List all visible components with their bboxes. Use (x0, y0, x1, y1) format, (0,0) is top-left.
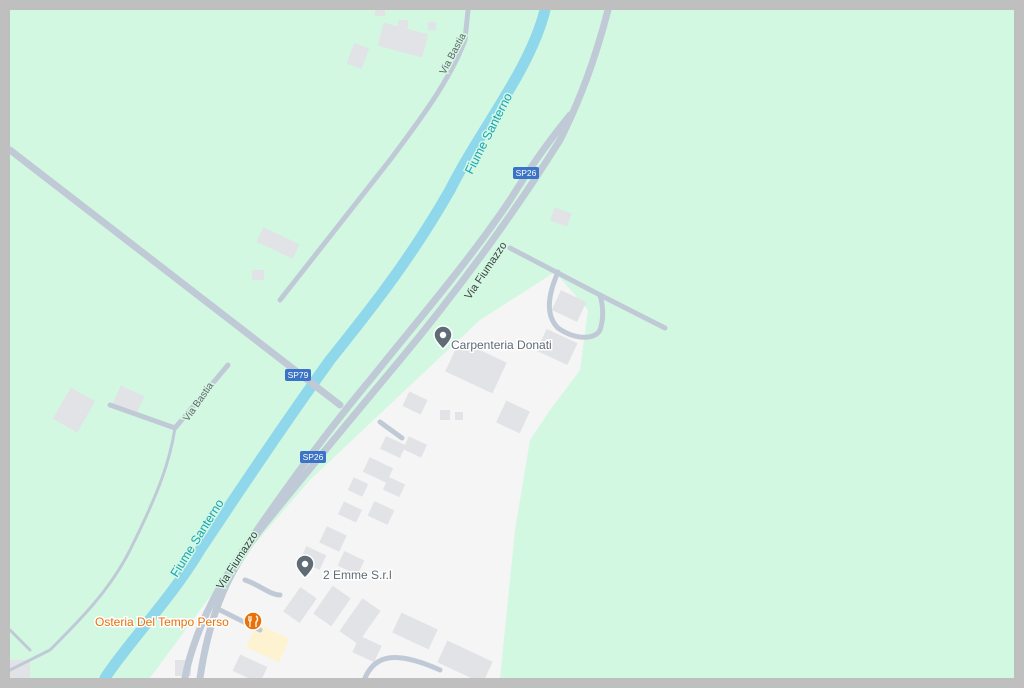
map-canvas[interactable]: Fiume Santerno Fiume Santerno Via Bastia… (10, 10, 1014, 678)
svg-text:SP79: SP79 (288, 370, 309, 380)
river-label-upper: Fiume Santerno (462, 91, 515, 177)
svg-text:SP26: SP26 (516, 168, 537, 178)
map-svg[interactable]: Fiume Santerno Fiume Santerno Via Bastia… (10, 10, 1014, 678)
restaurant-icon[interactable] (243, 611, 263, 631)
poi-label[interactable]: 2 Emme S.r.l (322, 567, 394, 584)
map-frame: Fiume Santerno Fiume Santerno Via Bastia… (0, 0, 1024, 688)
poi-label[interactable]: Carpenteria Donati (450, 337, 554, 354)
river-label-lower: Fiume Santerno (168, 497, 227, 580)
poi-label[interactable]: Osteria Del Tempo Perso (94, 614, 231, 631)
shield-sp26-south: SP26 (300, 451, 326, 463)
street-label-via-bastia-south: Via Bastia (181, 380, 216, 423)
shield-sp26-north: SP26 (513, 167, 539, 179)
shield-sp79: SP79 (285, 369, 311, 381)
svg-text:SP26: SP26 (303, 452, 324, 462)
place-pin-icon[interactable] (433, 325, 453, 351)
